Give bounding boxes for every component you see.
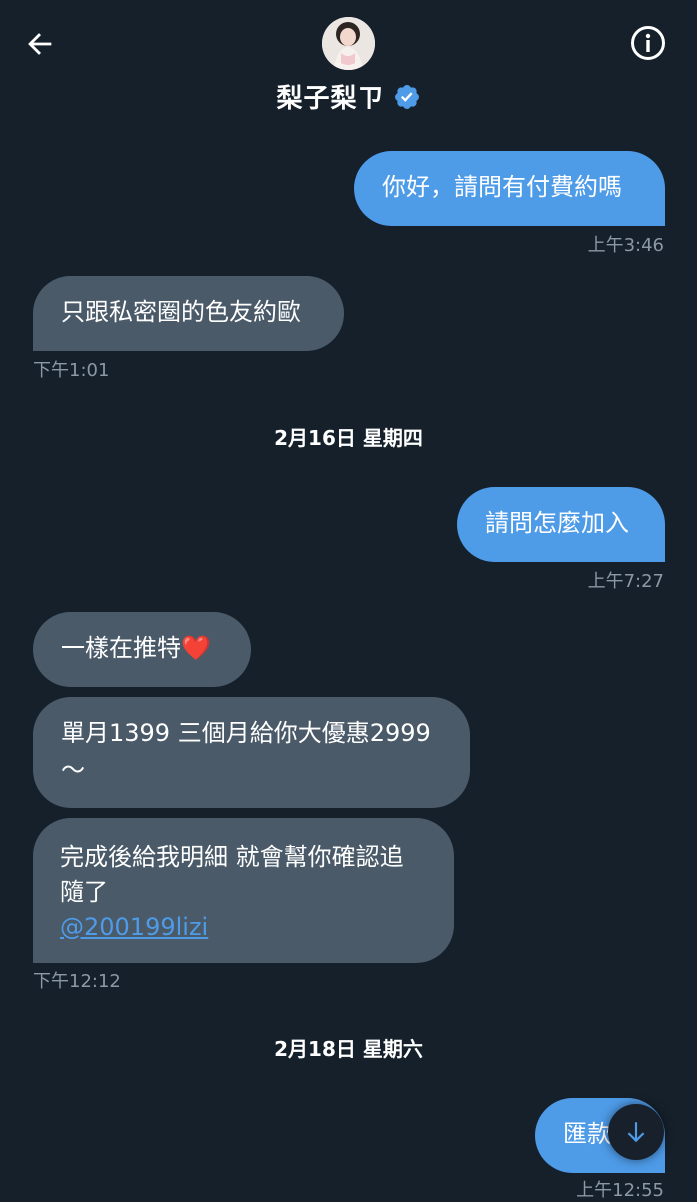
message-text-line: 單月1399 三個月給你大優惠2999 [61, 719, 431, 747]
message-text: 你好，請問有付費約嗎 [382, 173, 622, 201]
date-separator: 2月18日 星期六 [274, 1037, 423, 1061]
arrow-left-icon [28, 33, 52, 55]
info-button[interactable] [629, 24, 667, 62]
arrow-down-icon [627, 1122, 645, 1143]
message-bubble-incoming[interactable]: 完成後給我明細 就會幫你確認追 隨了 @200199lizi [33, 818, 454, 963]
contact-name-row[interactable]: 梨子梨ㄗ [0, 78, 697, 115]
message-timestamp: 下午1:01 [33, 360, 110, 381]
message-timestamp: 上午7:27 [587, 571, 664, 592]
message-text: 只跟私密圈的色友約歐 [61, 298, 301, 326]
message-text: 匯款 [563, 1120, 611, 1148]
info-icon [631, 26, 665, 60]
message-text-line: 隨了 [60, 878, 108, 906]
conversation-header: 梨子梨ㄗ [0, 0, 697, 130]
message-bubble-incoming[interactable]: 單月1399 三個月給你大優惠2999 ～ [33, 697, 470, 808]
contact-name: 梨子梨ㄗ [276, 84, 385, 114]
message-bubble-outgoing[interactable]: 請問怎麼加入 [457, 487, 665, 562]
mention-link[interactable]: @200199lizi [60, 910, 454, 945]
avatar-image [322, 17, 375, 70]
message-text-line: ～ [61, 756, 85, 784]
message-bubble-outgoing[interactable]: 你好，請問有付費約嗎 [354, 151, 665, 226]
message-bubble-incoming[interactable]: 只跟私密圈的色友約歐 [33, 276, 344, 351]
scroll-to-bottom-button[interactable] [608, 1104, 664, 1160]
message-text: 一樣在推特 [61, 634, 181, 662]
message-timestamp: 上午12:55 [576, 1180, 664, 1201]
message-text: 請問怎麼加入 [485, 509, 629, 537]
message-timestamp: 上午3:46 [587, 235, 664, 256]
heart-emoji-icon: ❤️ [181, 634, 211, 662]
message-timestamp: 下午12:12 [33, 971, 121, 992]
message-bubble-incoming[interactable]: 一樣在推特❤️ [33, 612, 251, 687]
message-text-line: 完成後給我明細 就會幫你確認追 [60, 843, 404, 871]
back-button[interactable] [18, 22, 62, 66]
date-separator: 2月16日 星期四 [274, 426, 423, 450]
verified-badge-icon [394, 84, 419, 109]
avatar[interactable] [322, 17, 375, 70]
